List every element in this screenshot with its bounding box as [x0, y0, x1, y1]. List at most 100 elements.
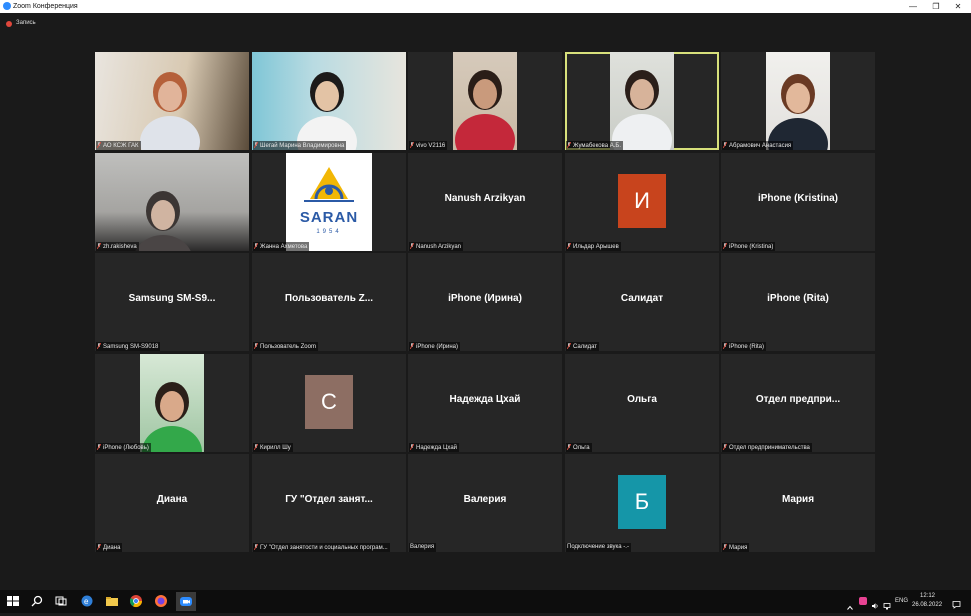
- windows-taskbar: e ENG 12:12 26.08.2022: [0, 590, 971, 613]
- participant-name-label: ГУ "Отдел занятости и социальных програм…: [253, 543, 390, 552]
- participant-name: Надежда Цхай: [416, 445, 458, 451]
- participant-name-label: Ильдар Арышев: [566, 242, 621, 251]
- participant-name: Ильдар Арышев: [573, 244, 619, 250]
- edge-icon[interactable]: e: [80, 594, 94, 608]
- network-icon[interactable]: [883, 597, 891, 610]
- participant-name: Samsung SM-S9018: [103, 344, 159, 350]
- logo-text: SARAN: [299, 209, 359, 226]
- muted-mic-icon: [97, 243, 101, 249]
- participant-tile[interactable]: Шегай Марина Владимировна: [252, 52, 406, 150]
- participant-avatar: И: [618, 174, 666, 228]
- clock-time[interactable]: 12:12: [920, 593, 935, 599]
- participant-name: ГУ "Отдел занятости и социальных програм…: [260, 545, 388, 551]
- participant-name-label: АО КСЖ ГАК: [96, 141, 141, 150]
- participant-tile[interactable]: zh.rakisheva: [95, 153, 249, 251]
- participant-display-name: iPhone (Kristina): [757, 192, 838, 204]
- muted-mic-icon: [410, 243, 414, 249]
- recording-icon: [6, 21, 12, 27]
- muted-mic-icon: [254, 142, 258, 148]
- participant-name: Салидат: [573, 344, 598, 350]
- muted-mic-icon: [723, 243, 727, 249]
- participant-name-label: Диана: [96, 543, 123, 552]
- participant-tile[interactable]: Пользователь Z... Пользователь Zoom: [252, 253, 406, 351]
- windows-start-icon[interactable]: [6, 594, 20, 608]
- muted-mic-icon: [567, 343, 571, 349]
- participant-name: Жумабекова А.Б.: [573, 143, 621, 149]
- muted-mic-icon: [97, 544, 101, 550]
- participant-tile[interactable]: Отдел предпри... Отдел предпринимательств…: [721, 354, 875, 452]
- participant-name-label: vivo V2116: [409, 141, 448, 150]
- participant-video: [95, 52, 249, 150]
- participant-name: АО КСЖ ГАК: [103, 143, 139, 149]
- participant-tile[interactable]: iPhone (Ирина) iPhone (Ирина): [408, 253, 562, 351]
- participant-display-name: Nanush Arzikyan: [444, 192, 526, 204]
- participant-display-name: iPhone (Rita): [767, 292, 829, 304]
- participant-name-label: Шегай Марина Владимировна: [253, 141, 347, 150]
- participant-tile[interactable]: Жумабекова А.Б.: [565, 52, 719, 150]
- firefox-icon[interactable]: [154, 594, 168, 608]
- language-indicator[interactable]: ENG: [895, 598, 908, 604]
- close-button[interactable]: ✕: [945, 0, 971, 13]
- logo-year: 1954: [316, 229, 342, 235]
- participant-avatar: С: [305, 375, 353, 429]
- participant-name: Диана: [103, 545, 121, 551]
- participant-tile[interactable]: iPhone (Kristina) iPhone (Kristina): [721, 153, 875, 251]
- participant-video: [95, 153, 249, 251]
- participant-tile[interactable]: АО КСЖ ГАК: [95, 52, 249, 150]
- volume-icon[interactable]: [871, 597, 879, 609]
- participant-tile[interactable]: С Кирилл Шу: [252, 354, 406, 452]
- participant-name: Подключение звука -.-: [567, 544, 629, 550]
- participant-tile[interactable]: Ольга Ольга: [565, 354, 719, 452]
- clock-date[interactable]: 26.08.2022: [912, 602, 942, 608]
- participant-tile[interactable]: Б Подключение звука -.-: [565, 454, 719, 552]
- participant-name-label: zh.rakisheva: [96, 242, 139, 251]
- muted-mic-icon: [410, 142, 414, 148]
- participant-tile[interactable]: Салидат Салидат: [565, 253, 719, 351]
- participant-tile[interactable]: Samsung SM-S9... Samsung SM-S9018: [95, 253, 249, 351]
- task-view-icon[interactable]: [54, 594, 68, 608]
- participant-name-label: Мария: [722, 543, 750, 552]
- participant-name: Шегай Марина Владимировна: [260, 143, 345, 149]
- muted-mic-icon: [723, 142, 727, 148]
- participant-tile[interactable]: И Ильдар Арышев: [565, 153, 719, 251]
- window-titlebar: Zoom Конференция — ❐ ✕: [0, 0, 971, 13]
- chrome-icon[interactable]: [129, 594, 143, 608]
- participant-name-label: Салидат: [566, 342, 600, 351]
- participant-tile[interactable]: Валерия Валерия: [408, 454, 562, 552]
- participant-tile[interactable]: vivo V2116: [408, 52, 562, 150]
- participant-tile[interactable]: Диана Диана: [95, 454, 249, 552]
- participant-name: Отдел предпринимательства: [729, 445, 810, 451]
- participant-avatar: Б: [618, 475, 666, 529]
- participant-tile[interactable]: Абрамович Анастасия: [721, 52, 875, 150]
- tray-app-icon[interactable]: [859, 597, 867, 605]
- svg-text:e: e: [84, 597, 89, 606]
- notifications-icon[interactable]: [952, 596, 961, 609]
- participant-tile[interactable]: SARAN 1954 Жанна Ахметова: [252, 153, 406, 251]
- file-explorer-icon[interactable]: [105, 594, 119, 608]
- search-icon[interactable]: [30, 594, 44, 608]
- participant-display-name: iPhone (Ирина): [448, 292, 522, 304]
- participant-name: Nanush Arzikyan: [416, 244, 462, 250]
- participant-name: iPhone (Rita): [729, 344, 765, 350]
- participant-tile[interactable]: Nanush Arzikyan Nanush Arzikyan: [408, 153, 562, 251]
- recording-label[interactable]: Запись: [16, 20, 36, 26]
- participant-tile[interactable]: Мария Мария: [721, 454, 875, 552]
- participant-display-name: Ольга: [627, 393, 657, 405]
- gallery-grid: АО КСЖ ГАК Шегай Марина Владимировна vivo …: [95, 52, 877, 552]
- zoom-icon: [180, 597, 192, 606]
- chevron-up-icon[interactable]: [847, 598, 853, 610]
- participant-tile[interactable]: ГУ "Отдел занят... ГУ "Отдел занятости и …: [252, 454, 406, 552]
- participant-video: [610, 52, 674, 150]
- participant-display-name: Диана: [156, 493, 188, 505]
- participant-name-label: iPhone (Rita): [722, 342, 767, 351]
- participant-name-label: Samsung SM-S9018: [96, 342, 161, 351]
- participant-tile[interactable]: iPhone (Любовь): [95, 354, 249, 452]
- participant-tile[interactable]: iPhone (Rita) iPhone (Rita): [721, 253, 875, 351]
- participant-name-label: iPhone (Любовь): [96, 443, 151, 452]
- participant-name: vivo V2116: [416, 143, 446, 149]
- window-title: Zoom Конференция: [13, 3, 78, 10]
- participant-name: Кирилл Шу: [260, 445, 291, 451]
- participant-tile[interactable]: Надежда Цхай Надежда Цхай: [408, 354, 562, 452]
- zoom-taskbar-button[interactable]: [176, 592, 196, 611]
- participant-video: [252, 52, 406, 150]
